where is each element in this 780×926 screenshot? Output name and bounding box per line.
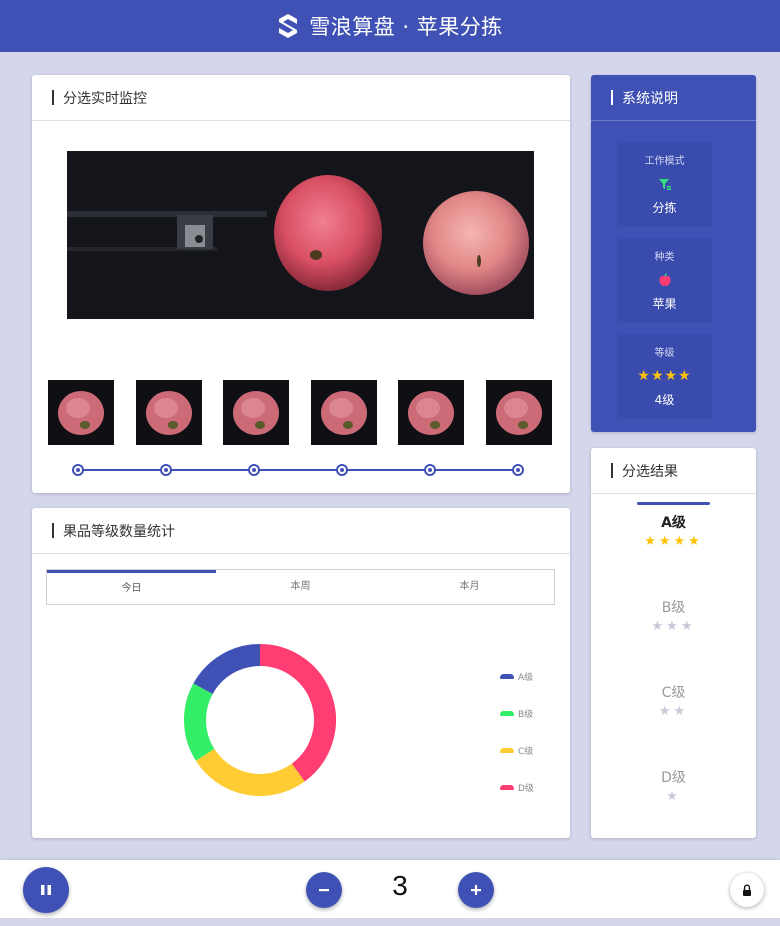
- fruit-kind-label: 种类: [654, 252, 675, 263]
- camera-feed: [67, 151, 534, 319]
- grade-donut-chart: [184, 644, 336, 796]
- apple-thumbnail[interactable]: [48, 380, 114, 445]
- legend-swatch: [500, 674, 514, 679]
- work-mode-value: 分拣: [652, 201, 677, 215]
- tab-today[interactable]: 今日: [47, 570, 216, 604]
- app-header: 雪浪算盘 · 苹果分拣: [0, 0, 780, 52]
- sorting-results-title: 分选结果: [622, 463, 678, 480]
- stats-card: 果品等级数量统计 今日 本周 本月 A级 B级 C级 D级: [32, 508, 570, 838]
- legend-label: A级: [518, 673, 534, 683]
- legend-label: C级: [518, 747, 534, 757]
- grade-item[interactable]: B级 ★★★: [591, 597, 756, 634]
- active-grade-indicator: [637, 502, 710, 505]
- tab-month[interactable]: 本月: [385, 570, 554, 604]
- legend-item[interactable]: A级: [500, 658, 534, 695]
- decrease-button[interactable]: [306, 872, 342, 908]
- donut-svg: [184, 644, 336, 796]
- apple-thumbnail[interactable]: [398, 380, 465, 445]
- apple-thumbnail[interactable]: [486, 380, 552, 445]
- camera-feed-image: [67, 151, 534, 319]
- donut-slice-B级: [184, 683, 215, 761]
- minus-icon: [319, 889, 329, 892]
- stats-title: 果品等级数量统计: [63, 523, 175, 540]
- legend-swatch: [500, 785, 514, 790]
- period-tabs: 今日 本周 本月: [46, 569, 555, 605]
- grade-stars: ★: [666, 789, 681, 804]
- grade-item[interactable]: D级 ★: [591, 767, 756, 804]
- legend-item[interactable]: D级: [500, 769, 534, 806]
- fruit-kind-value: 苹果: [652, 297, 677, 311]
- timeline-dot[interactable]: [72, 464, 84, 476]
- system-info-card: 系统说明 工作模式 分拣 种类 苹果 等级 ★★★★ 4级: [591, 75, 756, 432]
- legend-label: D级: [518, 784, 534, 794]
- work-mode-label: 工作模式: [644, 156, 685, 167]
- grade-stars: ★★★: [651, 619, 696, 634]
- apple-thumbnail[interactable]: [135, 380, 202, 445]
- legend-swatch: [500, 711, 514, 716]
- system-info-title: 系统说明: [622, 90, 678, 107]
- timeline-dot[interactable]: [336, 464, 348, 476]
- system-info-header: 系统说明: [591, 75, 756, 121]
- monitor-card-header: 分选实时监控: [32, 75, 570, 121]
- donut-slice-D级: [259, 644, 336, 782]
- count-display: 3: [392, 870, 408, 901]
- apple-icon: [659, 273, 670, 286]
- work-mode-block: 工作模式 分拣: [617, 143, 712, 227]
- pause-icon: [41, 885, 51, 895]
- app-title: 雪浪算盘 · 苹果分拣: [309, 15, 503, 39]
- grade-level-value: 4级: [654, 393, 675, 407]
- apple-thumbnail[interactable]: [223, 380, 290, 445]
- legend-item[interactable]: B级: [500, 695, 534, 732]
- timeline-dot[interactable]: [248, 464, 260, 476]
- filter-sort-icon: [658, 179, 671, 190]
- pause-button[interactable]: [23, 867, 69, 913]
- sorting-results-card: 分选结果 A级 ★★★★ B级 ★★★ C级 ★★ D级 ★: [591, 448, 756, 838]
- timeline-dot[interactable]: [512, 464, 524, 476]
- increase-button[interactable]: [458, 872, 494, 908]
- chart-legend: A级 B级 C级 D级: [500, 658, 534, 806]
- grade-item[interactable]: C级 ★★: [591, 682, 756, 719]
- legend-item[interactable]: C级: [500, 732, 534, 769]
- fruit-kind-block: 种类 苹果: [617, 239, 712, 323]
- sorting-results-header: 分选结果: [591, 448, 756, 494]
- grade-label: A级: [661, 515, 686, 531]
- s-logo-icon: [279, 14, 298, 38]
- donut-slice-A级: [193, 644, 261, 695]
- timeline-dot[interactable]: [160, 464, 172, 476]
- grade-item[interactable]: A级 ★★★★: [591, 512, 756, 549]
- lock-icon: [743, 883, 751, 896]
- grade-level-label: 等级: [654, 348, 675, 359]
- stats-card-header: 果品等级数量统计: [32, 508, 570, 554]
- legend-swatch: [500, 748, 514, 753]
- monitor-card: 分选实时监控: [32, 75, 570, 493]
- timeline-dot[interactable]: [424, 464, 436, 476]
- grade-stars: ★★★★: [637, 368, 692, 384]
- sorting-timeline: [72, 463, 524, 477]
- donut-slice-C级: [195, 748, 305, 796]
- grade-stars: ★★★★: [644, 534, 703, 549]
- lock-button[interactable]: [730, 873, 764, 907]
- grade-label: D级: [661, 770, 686, 786]
- grade-level-block: 等级 ★★★★ 4级: [617, 335, 712, 419]
- apple-thumbnail[interactable]: [310, 380, 377, 445]
- tab-week[interactable]: 本周: [216, 570, 385, 604]
- plus-icon: [471, 885, 481, 895]
- grade-label: C级: [661, 685, 686, 701]
- grade-label: B级: [661, 600, 686, 616]
- thumbnail-strip: [48, 380, 553, 445]
- grade-stars: ★★: [658, 704, 689, 719]
- legend-label: B级: [518, 710, 534, 720]
- monitor-title: 分选实时监控: [63, 90, 147, 107]
